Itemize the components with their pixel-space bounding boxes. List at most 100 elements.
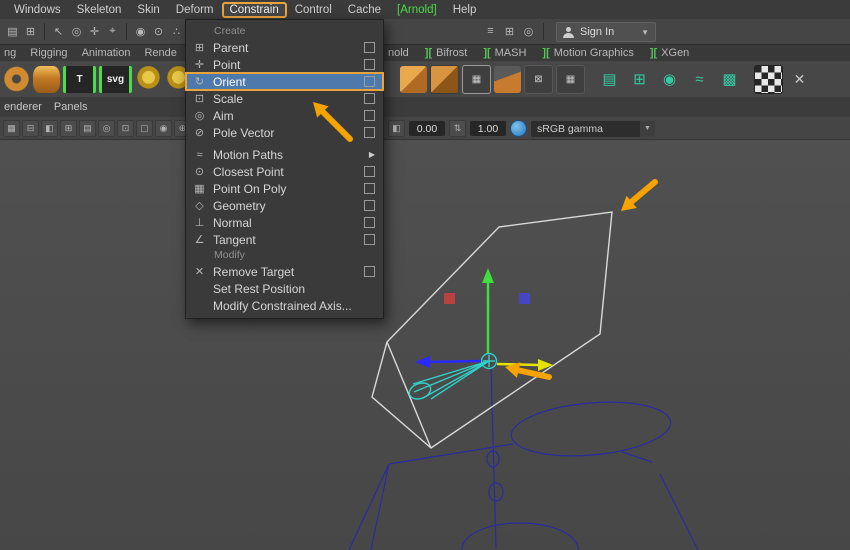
option-box[interactable] bbox=[364, 59, 375, 70]
paint-select-icon[interactable]: ✛ bbox=[86, 23, 103, 41]
view-transform-value: sRGB gamma bbox=[537, 123, 603, 135]
target-icon[interactable]: ◎ bbox=[520, 22, 537, 40]
option-box[interactable] bbox=[364, 266, 375, 277]
menu-deform[interactable]: Deform bbox=[168, 3, 222, 17]
workspace-icon[interactable]: ⊞ bbox=[501, 22, 518, 40]
option-box[interactable] bbox=[364, 76, 375, 87]
shelf-tab-bifrost[interactable]: Bifrost bbox=[436, 47, 467, 59]
scale-constraint-icon: ⊡ bbox=[191, 92, 208, 105]
exposure-field[interactable]: 0.00 bbox=[409, 121, 445, 136]
menu-item-point[interactable]: ✛ Point bbox=[186, 56, 383, 73]
menu-item-modify-constrained-axis[interactable]: Modify Constrained Axis... bbox=[186, 297, 383, 314]
menu-item-point-on-poly[interactable]: ▦ Point On Poly bbox=[186, 180, 383, 197]
mash-curve-icon[interactable]: ≈ bbox=[686, 66, 713, 93]
shelf-tab-partial[interactable]: ng bbox=[4, 47, 16, 59]
chevron-down-icon[interactable]: ▼ bbox=[641, 28, 649, 37]
vp-toolbar-icon[interactable]: ⊟ bbox=[22, 120, 39, 137]
option-box[interactable] bbox=[364, 127, 375, 138]
poly-cylinder-icon[interactable] bbox=[33, 66, 60, 93]
viewport[interactable] bbox=[0, 139, 850, 550]
vp-toolbar-icon[interactable]: ◎ bbox=[98, 120, 115, 137]
menu-item-motion-paths[interactable]: ≈ Motion Paths ▶ bbox=[186, 146, 383, 163]
sign-in-button[interactable]: Sign In ▼ bbox=[556, 22, 656, 42]
menu-item-scale[interactable]: ⊡ Scale bbox=[186, 90, 383, 107]
exposure-icon[interactable]: ◧ bbox=[388, 120, 405, 137]
shelf-tab-rigging[interactable]: Rigging bbox=[30, 47, 67, 59]
option-box[interactable] bbox=[364, 110, 375, 121]
vp-toolbar-icon[interactable]: ▢ bbox=[136, 120, 153, 137]
option-box[interactable] bbox=[364, 200, 375, 211]
chevron-down-icon[interactable]: ▼ bbox=[640, 121, 655, 137]
select-tool-icon[interactable]: ↖ bbox=[50, 23, 67, 41]
vp-toolbar-icon[interactable]: ▦ bbox=[3, 120, 20, 137]
view-transform-select[interactable]: sRGB gamma ▼ bbox=[531, 121, 655, 137]
vp-toolbar-icon[interactable]: ◉ bbox=[155, 120, 172, 137]
menu-skin[interactable]: Skin bbox=[129, 3, 167, 17]
vp-toolbar-icon[interactable]: ▤ bbox=[79, 120, 96, 137]
poly-cube-icon[interactable] bbox=[400, 66, 427, 93]
plane-icon[interactable]: ▦ bbox=[556, 65, 585, 94]
shelf-tab-xgen[interactable]: XGen bbox=[661, 47, 689, 59]
shelf-tab-rendering[interactable]: Rende bbox=[144, 47, 176, 59]
gamma-field[interactable]: 1.00 bbox=[470, 121, 506, 136]
shelf-tab-motion-graphics[interactable]: Motion Graphics bbox=[554, 47, 634, 59]
menu-item-orient[interactable]: ↻ Orient bbox=[186, 73, 383, 90]
menu-item-aim[interactable]: ◎ Aim bbox=[186, 107, 383, 124]
vp-toolbar-icon[interactable]: ⊡ bbox=[117, 120, 134, 137]
menu-toggle-icon[interactable]: ≡ bbox=[482, 22, 499, 40]
delete-icon[interactable]: ⊠ bbox=[524, 65, 553, 94]
option-box[interactable] bbox=[364, 93, 375, 104]
shelf-tab-mash[interactable]: MASH bbox=[495, 47, 527, 59]
orient-constraint-icon: ↻ bbox=[191, 75, 208, 88]
menu-item-pole-vector[interactable]: ⊘ Pole Vector bbox=[186, 124, 383, 141]
option-box[interactable] bbox=[364, 166, 375, 177]
gamma-icon[interactable]: ⇅ bbox=[449, 120, 466, 137]
rotate-tool-icon[interactable]: ◉ bbox=[132, 23, 149, 41]
scene-menu-icon[interactable]: ▤ bbox=[4, 23, 21, 41]
lattice-icon[interactable]: ▦ bbox=[462, 65, 491, 94]
option-box[interactable] bbox=[364, 183, 375, 194]
poly-prism-icon[interactable] bbox=[494, 66, 521, 93]
option-box[interactable] bbox=[364, 234, 375, 245]
lasso-tool-icon[interactable]: ◎ bbox=[68, 23, 85, 41]
menu-item-remove-target[interactable]: ✕ Remove Target bbox=[186, 263, 383, 280]
renderer-menu[interactable]: enderer bbox=[4, 101, 42, 113]
menu-skeleton[interactable]: Skeleton bbox=[69, 3, 130, 17]
vp-toolbar-icon[interactable]: ◧ bbox=[41, 120, 58, 137]
option-box[interactable] bbox=[364, 217, 375, 228]
svg-tool-icon[interactable]: svg bbox=[99, 66, 132, 93]
checker-texture-icon[interactable] bbox=[754, 65, 783, 94]
menu-item-normal[interactable]: ⊥ Normal bbox=[186, 214, 383, 231]
viewport-toolbar: ▦ ⊟ ◧ ⊞ ▤ ◎ ⊡ ▢ ◉ ⊕ ▣ ◧ 0.00 ⇅ 1.00 sRGB… bbox=[0, 117, 850, 140]
move-tool-icon[interactable]: ⌖ bbox=[104, 23, 121, 41]
menu-item-closest-point[interactable]: ⊙ Closest Point bbox=[186, 163, 383, 180]
shelf-tab-arnold[interactable]: nold bbox=[388, 47, 409, 59]
jack-cross-icon[interactable]: ✕ bbox=[786, 66, 813, 93]
menu-item-tangent[interactable]: ∠ Tangent bbox=[186, 231, 383, 248]
poly-gear-icon[interactable] bbox=[135, 66, 162, 93]
vp-toolbar-icon[interactable]: ⊞ bbox=[60, 120, 77, 137]
scale-tool-icon[interactable]: ⊙ bbox=[150, 23, 167, 41]
panels-menu[interactable]: Panels bbox=[54, 101, 88, 113]
color-management-globe-icon[interactable] bbox=[510, 120, 527, 137]
menu-help[interactable]: Help bbox=[445, 3, 485, 17]
menu-cache[interactable]: Cache bbox=[340, 3, 389, 17]
menu-arnold[interactable]: [Arnold] bbox=[389, 3, 445, 17]
menu-item-geometry[interactable]: ◇ Geometry bbox=[186, 197, 383, 214]
shelf-tab-animation[interactable]: Animation bbox=[82, 47, 131, 59]
mash-network-icon[interactable]: ▤ bbox=[596, 66, 623, 93]
menu-control[interactable]: Control bbox=[287, 3, 340, 17]
mash-grid-icon[interactable]: ▩ bbox=[716, 66, 743, 93]
menu-windows[interactable]: Windows bbox=[6, 3, 69, 17]
type-tool-icon[interactable]: T bbox=[63, 66, 96, 93]
poly-torus-icon[interactable] bbox=[3, 66, 30, 93]
option-box[interactable] bbox=[364, 42, 375, 53]
grid-icon[interactable]: ⊞ bbox=[22, 23, 39, 41]
menu-constrain[interactable]: Constrain bbox=[222, 2, 287, 18]
menu-item-set-rest-position[interactable]: Set Rest Position bbox=[186, 280, 383, 297]
mash-repro-icon[interactable]: ⊞ bbox=[626, 66, 653, 93]
last-tool-icon[interactable]: ∴ bbox=[168, 23, 185, 41]
mash-world-icon[interactable]: ◉ bbox=[656, 66, 683, 93]
menu-item-parent[interactable]: ⊞ Parent bbox=[186, 39, 383, 56]
poly-bevel-icon[interactable] bbox=[430, 65, 459, 94]
